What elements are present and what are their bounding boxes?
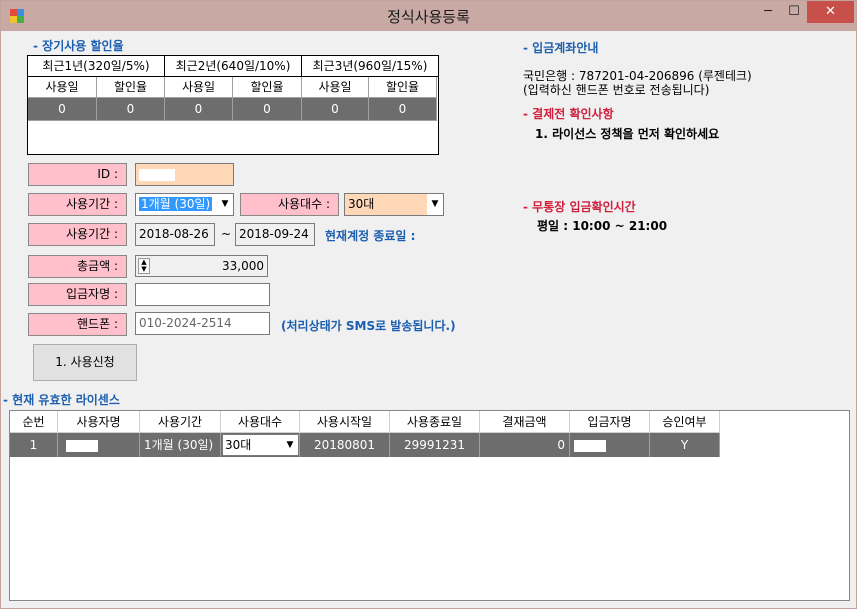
expire-date-label: 현재계정 종료일 : (325, 229, 416, 243)
row-count-value: 30대 (225, 438, 252, 452)
date-separator: ~ (221, 227, 232, 241)
title-bar[interactable]: 정식사용등록 ─ ☐ ✕ (1, 1, 856, 31)
period-value: 1개월 (30일) (139, 197, 213, 211)
column-header[interactable]: 사용대수 (221, 411, 300, 433)
count-value: 30대 (348, 197, 375, 211)
row-end[interactable]: 29991231 (390, 433, 480, 457)
row-number[interactable]: 1 (10, 433, 58, 457)
maximize-button[interactable]: ☐ (781, 1, 807, 23)
discount-value: 0 (165, 98, 233, 121)
licenses-table: 순번 사용자명 사용기간 사용대수 사용시작일 사용종료일 결재금액 입금자명 … (9, 410, 850, 601)
period-select[interactable]: 1개월 (30일) ▼ (135, 193, 234, 216)
depositor-input[interactable] (135, 283, 270, 306)
precheck-item: 1. 라이선스 정책을 먼저 확인하세요 (535, 127, 720, 141)
row-approved[interactable]: Y (650, 433, 720, 457)
count-label: 사용대수 : (240, 193, 339, 216)
discount-grid: 최근1년(320일/5%) 최근2년(640일/10%) 최근3년(960일/1… (27, 55, 439, 155)
bank-note: (입력하신 핸드폰 번호로 전송됩니다) (523, 83, 710, 97)
sms-note: (처리상태가 SMS로 발송됩니다.) (281, 319, 456, 333)
chevron-down-icon: ▼ (427, 194, 443, 215)
discount-subheader: 사용일 (302, 77, 369, 98)
total-amount-field[interactable]: ▲ ▼ 33,000 (135, 255, 268, 277)
discount-heading: - 장기사용 할인율 (33, 39, 124, 53)
row-user-value (66, 439, 98, 452)
start-date-field[interactable]: 2018-08-26 (135, 223, 215, 246)
window-title: 정식사용등록 (387, 8, 470, 26)
end-date-field[interactable]: 2018-09-24 (235, 223, 315, 246)
depositor-label: 입금자명 : (28, 283, 127, 306)
date-label: 사용기간 : (28, 223, 127, 246)
discount-subheader: 할인율 (97, 77, 165, 98)
column-header[interactable]: 사용종료일 (390, 411, 480, 433)
discount-value: 0 (97, 98, 165, 121)
row-user[interactable] (58, 433, 140, 457)
discount-subheader: 사용일 (28, 77, 97, 98)
licenses-heading: - 현재 유효한 라이센스 (3, 393, 120, 407)
discount-subheader: 할인율 (369, 77, 437, 98)
phone-input[interactable]: 010-2024-2514 (135, 312, 270, 335)
discount-value: 0 (233, 98, 302, 121)
discount-period-3: 최근3년(960일/15%) (302, 56, 438, 77)
spinner-icon[interactable]: ▲ ▼ (138, 258, 150, 274)
chevron-down-icon: ▼ (221, 199, 229, 209)
bank-heading: - 입금계좌안내 (523, 41, 599, 55)
id-input[interactable] (135, 163, 234, 186)
total-value: 33,000 (222, 259, 264, 273)
id-label: ID : (28, 163, 127, 186)
discount-period-2: 최근2년(640일/10%) (165, 56, 302, 77)
column-header[interactable]: 순번 (10, 411, 58, 433)
row-depositor[interactable] (570, 433, 650, 457)
column-header[interactable]: 사용시작일 (300, 411, 390, 433)
chevron-down-icon: ▼ (286, 440, 294, 450)
row-period[interactable]: 1개월 (30일) (140, 433, 221, 457)
column-header[interactable]: 사용기간 (140, 411, 221, 433)
discount-value: 0 (369, 98, 437, 121)
discount-subheader: 할인율 (233, 77, 302, 98)
column-header[interactable]: 사용자명 (58, 411, 140, 433)
close-button[interactable]: ✕ (807, 1, 854, 23)
id-value (139, 168, 175, 181)
count-select[interactable]: 30대 ▼ (344, 193, 444, 216)
total-label: 총금액 : (28, 255, 127, 278)
minimize-button[interactable]: ─ (755, 1, 781, 23)
row-start[interactable]: 20180801 (300, 433, 390, 457)
row-count-cell[interactable]: 30대 ▼ (221, 433, 300, 457)
client-area: - 장기사용 할인율 최근1년(320일/5%) 최근2년(640일/10%) … (3, 31, 850, 601)
column-header[interactable]: 입금자명 (570, 411, 650, 433)
column-header[interactable]: 결재금액 (480, 411, 570, 433)
row-amount[interactable]: 0 (480, 433, 570, 457)
registration-window: 정식사용등록 ─ ☐ ✕ - 장기사용 할인율 최근1년(320일/5%) 최근… (0, 0, 857, 609)
precheck-heading: - 결제전 확인사항 (523, 107, 614, 121)
phone-label: 핸드폰 : (28, 313, 127, 336)
period-label: 사용기간 : (28, 193, 127, 216)
apply-button[interactable]: 1. 사용신청 (33, 344, 137, 381)
deposit-time-hours: 평일 : 10:00 ~ 21:00 (537, 219, 668, 233)
column-header[interactable]: 승인여부 (650, 411, 720, 433)
row-count-select[interactable]: 30대 ▼ (222, 434, 299, 456)
discount-subheader: 사용일 (165, 77, 233, 98)
discount-period-1: 최근1년(320일/5%) (28, 56, 165, 77)
discount-value: 0 (302, 98, 369, 121)
deposit-time-heading: - 무통장 입금확인시간 (523, 200, 636, 214)
discount-value: 0 (28, 98, 97, 121)
row-depositor-value (574, 439, 606, 452)
